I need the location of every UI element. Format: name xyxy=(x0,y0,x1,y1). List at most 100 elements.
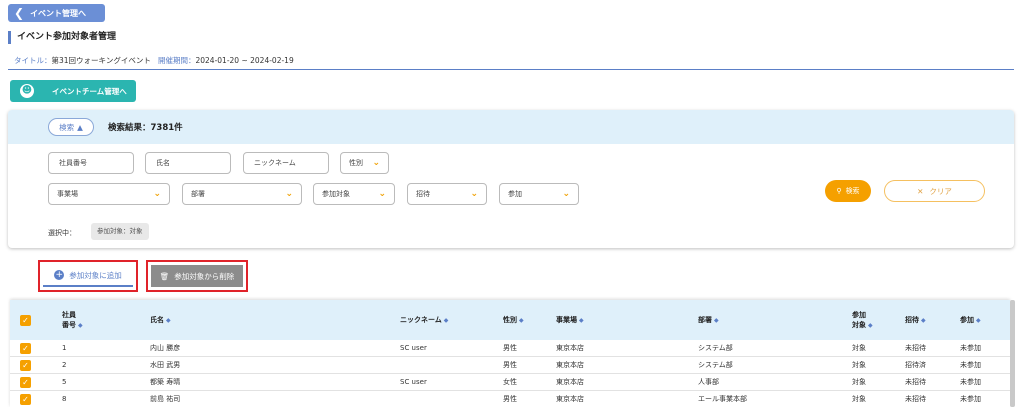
header-nickname-label: ニックネーム xyxy=(400,316,442,324)
selected-label: 選択中： xyxy=(48,229,76,237)
office-select[interactable]: 事業場 ⌄ xyxy=(48,183,170,205)
sort-icon: ◆ xyxy=(166,317,171,324)
participants-table: ✓ 社員 番号 ◆ 氏名 ◆ ニックネーム ◆ 性別 ◆ 事業場 ◆ 部署 ◆ 参加 対象 ◆… xyxy=(10,300,1010,407)
chevron-down-icon: ⌄ xyxy=(562,189,570,199)
add-to-target-inner: + 参加対象に追加 xyxy=(43,265,133,287)
header-participation[interactable]: 参加 ◆ xyxy=(960,315,981,326)
header-office[interactable]: 事業場 ◆ xyxy=(556,315,584,326)
row-checkbox[interactable]: ✓ xyxy=(20,394,31,405)
header-department-label: 部署 xyxy=(698,316,712,324)
cell-office: 東京本店 xyxy=(556,344,584,352)
header-gender-label: 性別 xyxy=(503,316,517,324)
triangle-up-icon: ▲ xyxy=(77,122,83,132)
add-to-target-button[interactable]: + 参加対象に追加 xyxy=(38,260,138,292)
participation-target-select-label: 参加対象 xyxy=(322,190,350,198)
period-label: 開催期間： xyxy=(157,56,196,65)
result-label: 検索結果： xyxy=(108,123,151,133)
chevron-down-icon: ⌄ xyxy=(153,189,161,199)
row-checkbox[interactable]: ✓ xyxy=(20,343,31,354)
header-office-label: 事業場 xyxy=(556,316,577,324)
cell-office: 東京本店 xyxy=(556,378,584,386)
cell-department: 人事部 xyxy=(698,378,719,386)
search-button-label: 検索 xyxy=(845,187,860,195)
cell-target: 対象 xyxy=(852,361,866,369)
header-target[interactable]: 参加 対象 ◆ xyxy=(852,310,873,331)
cell-target: 対象 xyxy=(852,395,866,403)
nickname-input[interactable]: ニックネーム xyxy=(243,152,329,174)
remove-from-target-inner: 🗑 参加対象から削除 xyxy=(151,265,243,287)
cell-name: 前島 祐司 xyxy=(150,395,181,403)
table-row[interactable]: ✓ 1 内山 勝彦 SC user 男性 東京本店 システム部 対象 未招待 未… xyxy=(10,340,1010,357)
back-button-label: イベント管理へ xyxy=(30,8,87,18)
header-department[interactable]: 部署 ◆ xyxy=(698,315,719,326)
cell-name: 水田 武男 xyxy=(150,361,181,369)
participation-select[interactable]: 参加 ⌄ xyxy=(499,183,579,205)
back-to-event-management-button[interactable]: ❮ イベント管理へ xyxy=(8,4,105,22)
invite-select[interactable]: 招待 ⌄ xyxy=(407,183,487,205)
header-target-line2: 対象 xyxy=(852,321,866,329)
employee-no-input[interactable]: 社員番号 xyxy=(48,152,134,174)
name-input[interactable]: 氏名 xyxy=(145,152,231,174)
gender-select-label: 性別 xyxy=(349,159,363,167)
cell-employee-no: 5 xyxy=(62,378,67,386)
table-header: ✓ 社員 番号 ◆ 氏名 ◆ ニックネーム ◆ 性別 ◆ 事業場 ◆ 部署 ◆ 参加 対象 ◆… xyxy=(10,300,1010,340)
selected-filter-chip[interactable]: 参加対象：対象 xyxy=(91,223,149,240)
department-select[interactable]: 部署 ⌄ xyxy=(182,183,302,205)
cell-participation: 未参加 xyxy=(960,361,981,369)
remove-from-target-button[interactable]: 🗑 参加対象から削除 xyxy=(146,260,248,292)
clear-button[interactable]: ✕ クリア xyxy=(884,180,985,202)
table-row[interactable]: ✓ 5 都築 寿晴 SC user 女性 東京本店 人事部 対象 未招待 未参加 xyxy=(10,374,1010,391)
result-value: 7381件 xyxy=(150,123,183,133)
cell-employee-no: 2 xyxy=(62,361,67,369)
cell-department: システム部 xyxy=(698,361,733,369)
search-panel: 検索 ▲ 検索結果：7381件 社員番号 氏名 ニックネーム 性別 ⌄ 事業場 … xyxy=(8,110,1014,248)
event-team-management-button[interactable]: ☻ イベントチーム管理へ xyxy=(10,80,136,102)
chevron-down-icon: ⌄ xyxy=(372,158,380,168)
header-employee-no-line1: 社員 xyxy=(62,311,76,319)
office-select-label: 事業場 xyxy=(57,190,78,198)
cell-invite: 未招待 xyxy=(905,344,926,352)
cell-target: 対象 xyxy=(852,378,866,386)
invite-select-label: 招待 xyxy=(416,190,430,198)
header-invite[interactable]: 招待 ◆ xyxy=(905,315,926,326)
title-label: タイトル： xyxy=(14,56,52,65)
header-nickname[interactable]: ニックネーム ◆ xyxy=(400,315,448,326)
close-icon: ✕ xyxy=(917,186,924,196)
search-toggle-label: 検索 xyxy=(59,122,75,132)
search-button[interactable]: ⚲ 検索 xyxy=(825,180,871,202)
sort-icon: ◆ xyxy=(921,317,926,324)
event-title: 第31回ウォーキングイベント xyxy=(51,56,151,65)
gender-select[interactable]: 性別 ⌄ xyxy=(340,152,389,174)
sort-icon: ◆ xyxy=(78,322,83,329)
cell-gender: 男性 xyxy=(503,344,517,352)
header-employee-no[interactable]: 社員 番号 ◆ xyxy=(62,310,83,331)
search-header: 検索 ▲ 検索結果：7381件 xyxy=(8,110,1014,144)
header-gender[interactable]: 性別 ◆ xyxy=(503,315,524,326)
header-name[interactable]: 氏名 ◆ xyxy=(150,315,171,326)
cell-participation: 未参加 xyxy=(960,378,981,386)
cell-participation: 未参加 xyxy=(960,344,981,352)
search-toggle-button[interactable]: 検索 ▲ xyxy=(48,118,94,136)
table-row[interactable]: ✓ 8 前島 祐司 男性 東京本店 エール事業本部 対象 未招待 未参加 xyxy=(10,391,1010,407)
cell-gender: 男性 xyxy=(503,395,517,403)
header-name-label: 氏名 xyxy=(150,316,164,324)
cell-participation: 未参加 xyxy=(960,395,981,403)
sort-icon: ◆ xyxy=(714,317,719,324)
chevron-down-icon: ⌄ xyxy=(378,189,386,199)
row-checkbox[interactable]: ✓ xyxy=(20,360,31,371)
clear-button-label: クリア xyxy=(929,186,952,196)
participation-target-select[interactable]: 参加対象 ⌄ xyxy=(313,183,395,205)
table-scrollbar[interactable] xyxy=(1010,300,1015,407)
row-checkbox[interactable]: ✓ xyxy=(20,377,31,388)
cell-gender: 男性 xyxy=(503,361,517,369)
cell-name: 内山 勝彦 xyxy=(150,344,181,352)
header-invite-label: 招待 xyxy=(905,316,919,324)
page-title: イベント参加対象者管理 xyxy=(8,31,116,44)
chevron-down-icon: ⌄ xyxy=(470,189,478,199)
cell-department: システム部 xyxy=(698,344,733,352)
select-all-checkbox[interactable]: ✓ xyxy=(20,315,31,326)
participation-select-label: 参加 xyxy=(508,190,522,198)
cell-department: エール事業本部 xyxy=(698,395,747,403)
chevron-left-icon: ❮ xyxy=(14,6,25,20)
table-row[interactable]: ✓ 2 水田 武男 男性 東京本店 システム部 対象 招待済 未参加 xyxy=(10,357,1010,374)
